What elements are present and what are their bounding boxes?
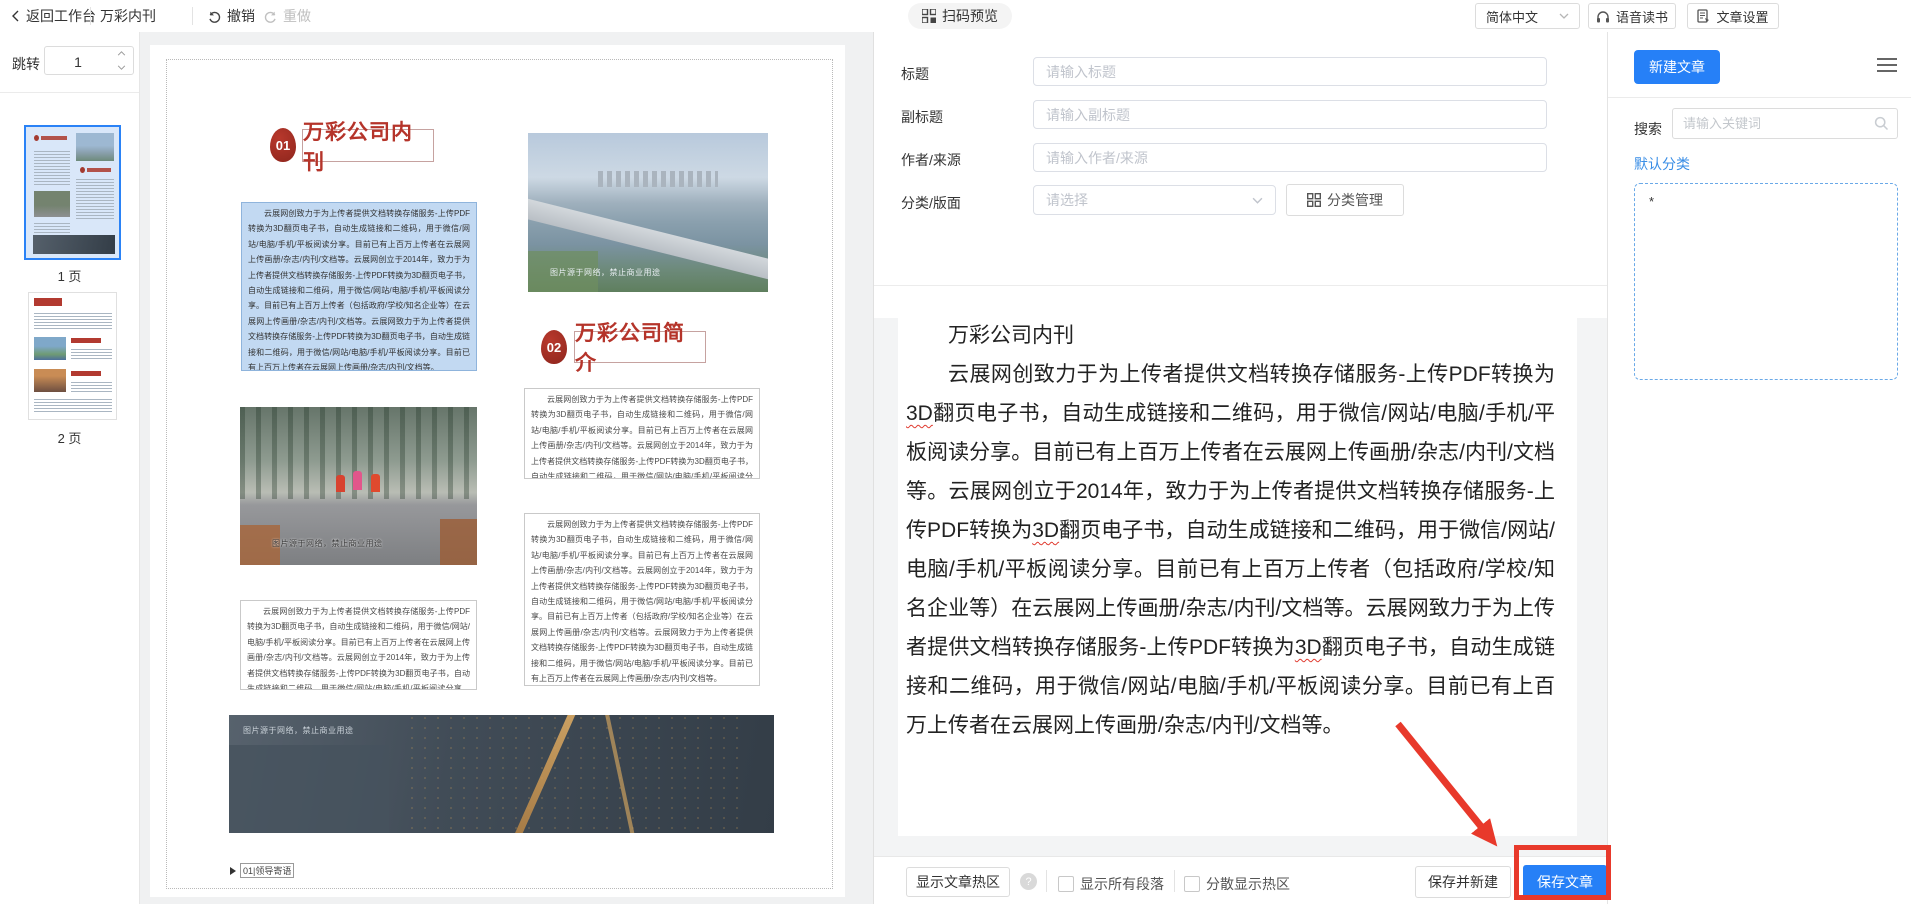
article-form: 标题 副标题 作者/来源 分类/版面 请选择 分类管理 (874, 32, 1608, 285)
article-list-panel: 新建文章 搜索 默认分类 * (1607, 32, 1911, 904)
author-input[interactable] (1033, 143, 1547, 172)
divider (192, 7, 193, 25)
play-icon (230, 867, 236, 875)
search-input[interactable] (1672, 108, 1898, 139)
category-item[interactable]: * (1649, 194, 1654, 209)
qr-code-icon (922, 9, 936, 23)
search-box (1672, 108, 1898, 139)
hamburger-menu-icon[interactable] (1877, 58, 1897, 73)
divider (1608, 97, 1911, 98)
section-2-title[interactable]: 万彩公司简介 (574, 331, 706, 363)
people-on-road-photo[interactable]: 图片源于网络，禁止商业用途 (240, 407, 477, 565)
category-drop-area[interactable]: * (1634, 183, 1898, 380)
title-input[interactable] (1033, 57, 1547, 86)
section-2-badge[interactable]: 02 (541, 330, 567, 364)
article-body[interactable]: 云展网创致力于为上传者提供文档转换存储服务-上传PDF转换为3D翻页电子书，自动… (906, 355, 1555, 745)
language-select[interactable]: 简体中文 (1475, 3, 1580, 29)
voice-reading-button[interactable]: 语音读书 (1588, 3, 1676, 29)
page-thumbnail-1-label: 1 页 (0, 266, 139, 285)
default-category-link[interactable]: 默认分类 (1634, 154, 1690, 174)
scatter-hotzone-checkbox[interactable] (1184, 876, 1200, 892)
save-article-button[interactable]: 保存文章 (1523, 865, 1607, 899)
redo-icon (263, 9, 278, 24)
chevron-up-icon (117, 51, 126, 56)
article-editor-panel: 标题 副标题 作者/来源 分类/版面 请选择 分类管理 上传图片 (873, 32, 1607, 904)
chevron-down-icon (117, 65, 126, 70)
show-all-paragraphs-option[interactable]: 显示所有段落 (1058, 874, 1164, 894)
article-title[interactable]: 万彩公司内刊 (906, 316, 1555, 355)
editor-footer-bar: 显示文章热区 ? 显示所有段落 分散显示热区 保存并新建 保存文章 (874, 856, 1608, 904)
chevron-down-icon (1559, 13, 1569, 19)
scan-preview-button[interactable]: 扫码预览 (908, 3, 1012, 29)
divider (0, 92, 139, 93)
title-label: 标题 (901, 64, 929, 84)
document-settings-icon (1697, 9, 1710, 23)
page-down-button[interactable] (109, 61, 133, 74)
scatter-hotzone-option[interactable]: 分散显示热区 (1184, 874, 1290, 894)
search-label: 搜索 (1634, 119, 1662, 139)
page-footer-link[interactable]: 01|领导寄语 (230, 863, 294, 878)
subtitle-input[interactable] (1033, 100, 1547, 129)
page-navigation-sidebar: 跳转 1 页 (0, 32, 140, 904)
divider (1046, 870, 1047, 892)
jump-page-input[interactable] (45, 47, 111, 76)
document-title: 万彩内刊 (100, 0, 156, 32)
search-icon (1874, 116, 1889, 131)
photo-caption: 图片源于网络，禁止商业用途 (243, 725, 354, 736)
text-block[interactable]: 云展网创致力于为上传者提供文档转换存储服务-上传PDF转换为3D翻页电子书，自动… (524, 388, 760, 479)
night-city-panorama-photo[interactable]: 图片源于网络，禁止商业用途 (229, 715, 774, 833)
city-bridge-photo[interactable]: 图片源于网络，禁止商业用途 (528, 133, 768, 292)
divider (1174, 870, 1175, 892)
subtitle-label: 副标题 (901, 107, 943, 127)
category-select[interactable]: 请选择 (1033, 185, 1276, 215)
back-chevron-icon (10, 10, 22, 22)
magazine-page: 01 万彩公司内刊 云展网创致力于为上传者提供文档转换存储服务-上传PDF转换为… (150, 45, 845, 897)
show-hotzone-button[interactable]: 显示文章热区 (906, 867, 1010, 897)
show-all-paragraphs-checkbox[interactable] (1058, 876, 1074, 892)
help-icon[interactable]: ? (1020, 873, 1037, 890)
author-label: 作者/来源 (901, 150, 961, 170)
headphones-icon (1596, 10, 1610, 23)
grid-icon (1307, 193, 1321, 207)
redo-button[interactable]: 重做 (263, 0, 311, 32)
jump-page-stepper (44, 46, 134, 75)
top-toolbar: 返回工作台 万彩内刊 撤销 重做 扫码预览 简体中文 (0, 0, 1911, 33)
save-and-new-button[interactable]: 保存并新建 (1415, 866, 1511, 898)
section-1-badge[interactable]: 01 (270, 128, 296, 162)
page-thumbnail-1[interactable] (24, 125, 121, 260)
undo-icon (207, 9, 222, 24)
new-article-button[interactable]: 新建文章 (1634, 50, 1720, 84)
jump-label: 跳转 (12, 54, 40, 74)
manage-categories-button[interactable]: 分类管理 (1286, 184, 1404, 216)
text-block[interactable]: 云展网创致力于为上传者提供文档转换存储服务-上传PDF转换为3D翻页电子书，自动… (524, 513, 760, 686)
photo-caption: 图片源于网络，禁止商业用途 (550, 267, 661, 278)
section-1-title[interactable]: 万彩公司内刊 (302, 129, 434, 162)
page-up-button[interactable] (109, 47, 133, 60)
back-to-workspace-link[interactable]: 返回工作台 (10, 0, 96, 32)
document-preview-area: 01 万彩公司内刊 云展网创致力于为上传者提供文档转换存储服务-上传PDF转换为… (140, 32, 873, 904)
category-label: 分类/版面 (901, 193, 961, 213)
text-block[interactable]: 云展网创致力于为上传者提供文档转换存储服务-上传PDF转换为3D翻页电子书，自动… (240, 600, 477, 690)
page-thumbnail-2-label: 2 页 (0, 428, 139, 447)
back-label: 返回工作台 (26, 6, 96, 26)
text-block-selected[interactable]: 云展网创致力于为上传者提供文档转换存储服务-上传PDF转换为3D翻页电子书，自动… (241, 202, 477, 371)
divider (90, 7, 91, 25)
photo-caption: 图片源于网络，禁止商业用途 (272, 538, 383, 549)
undo-button[interactable]: 撤销 (207, 0, 255, 32)
page-thumbnail-2[interactable] (28, 292, 117, 420)
article-content-editor[interactable]: 万彩公司内刊 云展网创致力于为上传者提供文档转换存储服务-上传PDF转换为3D翻… (898, 290, 1577, 836)
article-settings-button[interactable]: 文章设置 (1687, 3, 1779, 29)
chevron-down-icon (1252, 197, 1263, 204)
